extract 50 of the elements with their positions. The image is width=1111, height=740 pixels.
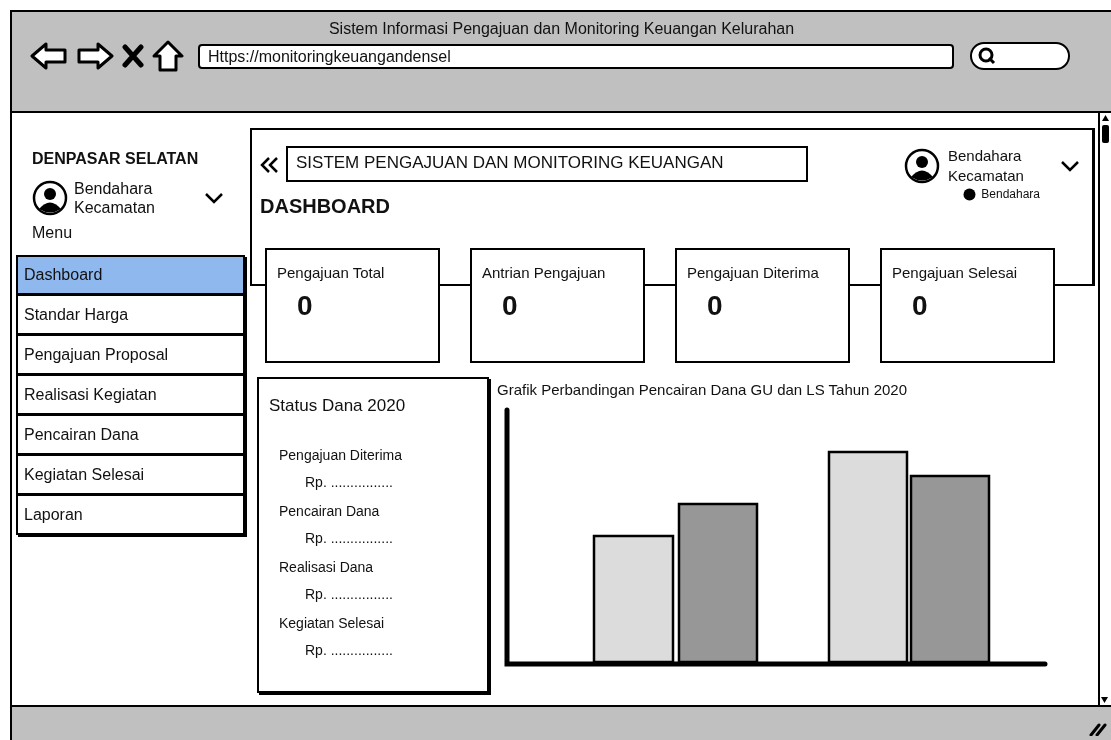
back-icon[interactable] [30, 41, 68, 71]
scroll-down-icon[interactable] [1100, 695, 1109, 705]
app-title: SISTEM PENGAJUAN DAN MONITORING KEUANGAN [286, 146, 808, 182]
menu-item[interactable]: Pencairan Dana [16, 415, 245, 456]
menu-label: Menu [31, 223, 74, 244]
scroll-thumb[interactable] [1101, 124, 1110, 144]
status-dot-icon [963, 187, 977, 201]
home-icon[interactable] [152, 40, 184, 72]
stat-label: Antrian Pengajuan [482, 263, 607, 283]
stat-value: 0 [706, 288, 724, 323]
window-title: Sistem Informasi Pengajuan dan Monitoring Keuangan Kelurahan [327, 19, 796, 39]
avatar-icon [32, 180, 68, 217]
status-value: Rp. ................ [304, 472, 394, 492]
status-label: Realisasi Dana [278, 557, 375, 577]
resize-grip-icon[interactable] [1089, 722, 1107, 736]
page-title: DASHBOARD [260, 194, 390, 219]
user-name: Bendahara Kecamatan [948, 146, 1025, 185]
forward-icon[interactable] [76, 41, 114, 71]
chevron-down-icon[interactable] [1060, 159, 1080, 172]
status-label: Pencairan Dana [278, 501, 381, 521]
stat-value: 0 [501, 288, 519, 323]
sidebar-title: DENPASAR SELATAN [31, 149, 200, 169]
double-chevron-left-icon[interactable] [260, 156, 280, 174]
menu-item[interactable]: Standar Harga [16, 295, 245, 336]
url-field[interactable]: Https://monitoringkeuangandensel [198, 43, 954, 69]
stat-label: Pengajuan Diterima [687, 263, 820, 283]
chart-title: Grafik Perbandingan Pencairan Dana GU dan LS Tahun 2020 [497, 380, 908, 400]
status-label: Kegiatan Selesai [278, 613, 386, 633]
stat-value: 0 [911, 288, 929, 323]
status-label: Pengajuan Diterima [278, 445, 403, 465]
close-icon[interactable] [122, 44, 144, 68]
menu-item[interactable]: Laporan [16, 495, 245, 536]
menu-item[interactable]: Kegiatan Selesai [16, 455, 245, 496]
search-icon [978, 47, 996, 65]
stat-value: 0 [296, 288, 314, 323]
status-value: Rp. ................ [304, 528, 394, 548]
card-title: Status Dana 2020 [269, 395, 407, 417]
status-value: Rp. ................ [304, 640, 394, 660]
user-role: Bendahara [981, 186, 1040, 203]
chevron-down-icon[interactable] [204, 192, 224, 205]
avatar-icon [904, 147, 940, 184]
user-name: Bendahara Kecamatan [74, 179, 156, 218]
search-field[interactable] [970, 42, 1070, 70]
menu-item[interactable]: Pengajuan Proposal [16, 335, 245, 376]
scrollbar[interactable] [1098, 113, 1111, 705]
stat-label: Pengajuan Selesai [892, 263, 1019, 283]
status-value: Rp. ................ [304, 584, 394, 604]
menu-item[interactable]: Dashboard [16, 255, 245, 296]
menu-item[interactable]: Realisasi Kegiatan [16, 375, 245, 416]
stat-label: Pengajuan Total [277, 263, 386, 283]
